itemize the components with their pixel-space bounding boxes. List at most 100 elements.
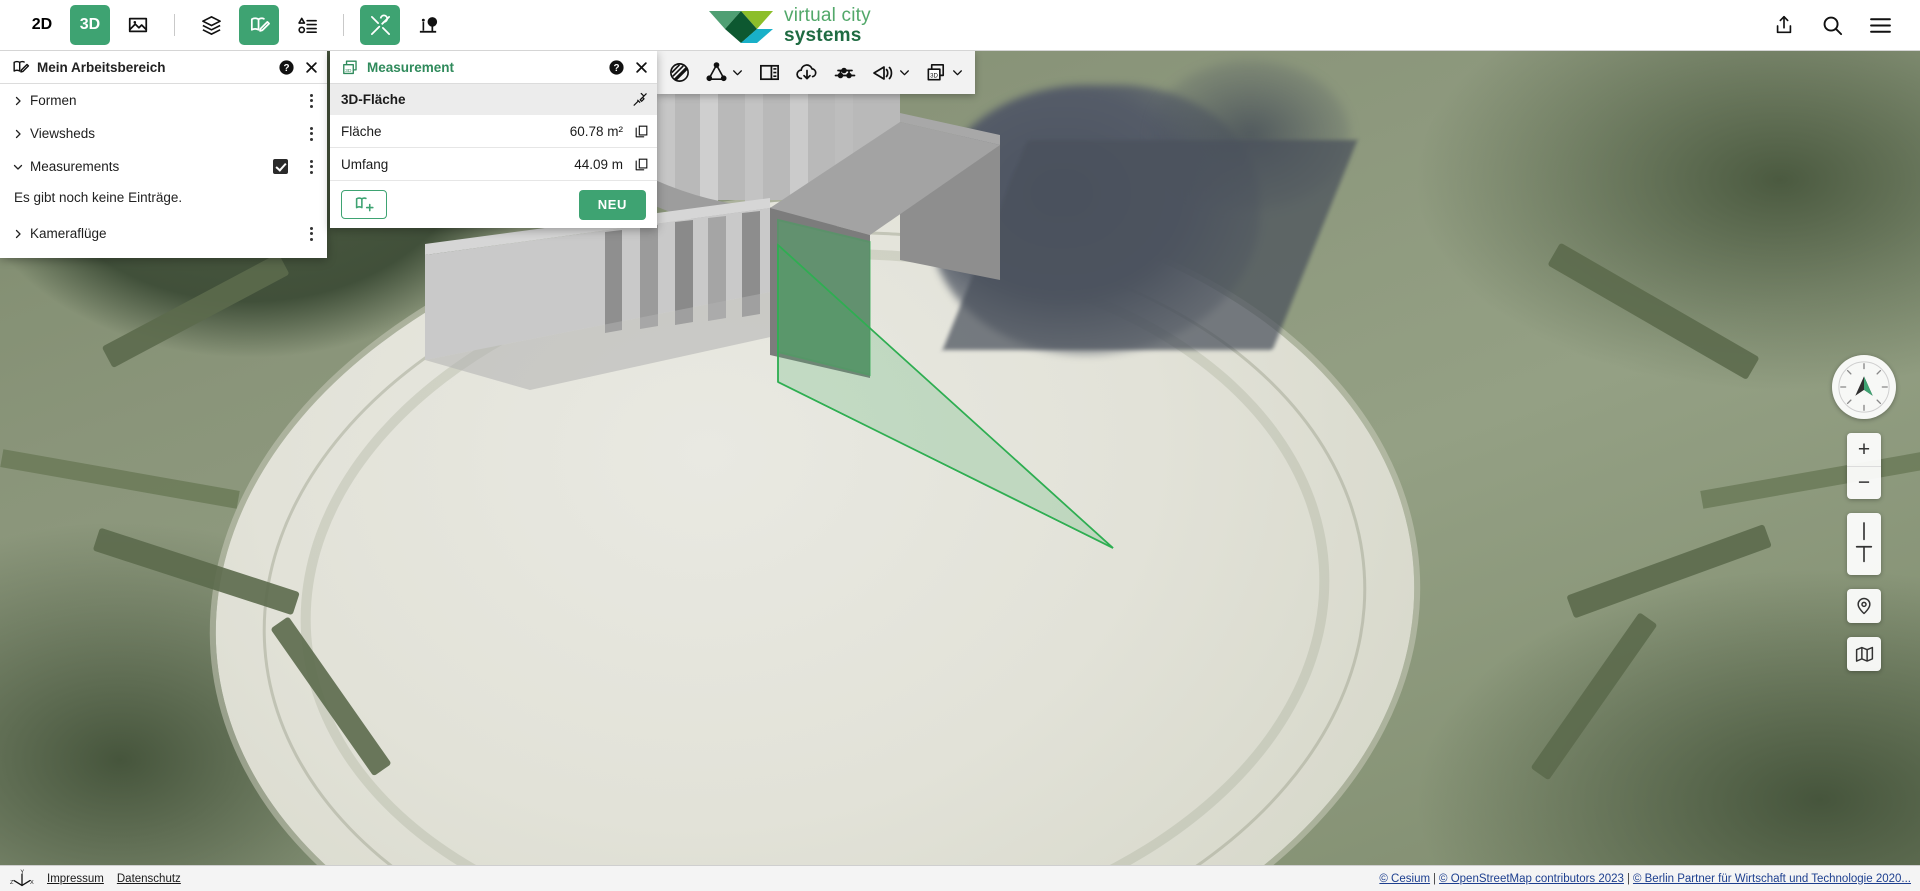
visibility-checkbox[interactable]: [273, 159, 288, 174]
sidebar-item-label: Viewsheds: [30, 126, 96, 141]
locate-pin-icon: [1857, 597, 1871, 615]
overview-map-button[interactable]: [1847, 637, 1881, 671]
measurement-3d-icon: 3D: [927, 64, 945, 81]
tree-planner-icon: [419, 16, 437, 33]
footer-link-datenschutz[interactable]: Datenschutz: [117, 873, 181, 885]
visibility-checkbox[interactable]: [273, 126, 288, 141]
locate-button[interactable]: [1847, 589, 1881, 623]
chevron-right-icon[interactable]: [12, 128, 30, 140]
cloud-download-icon: [796, 63, 817, 79]
sidebar-item-label: Kameraflüge: [30, 226, 107, 241]
sidebar-item-formen[interactable]: Formen: [0, 84, 327, 117]
measurement-key: Umfang: [341, 156, 389, 172]
search-icon: [1823, 16, 1842, 35]
empty-state-text: Es gibt noch keine Einträge.: [14, 190, 183, 205]
help-icon[interactable]: ?: [278, 59, 295, 76]
trees-button[interactable]: [408, 5, 448, 45]
application-root: 2D 3D virtual city systems 3D Mein Arbei…: [0, 0, 1920, 891]
add-to-workspace-icon: [355, 197, 374, 212]
view-2d-button[interactable]: 2D: [22, 5, 62, 45]
attribution-berlin-partner[interactable]: © Berlin Partner für Wirtschaft und Tech…: [1633, 873, 1911, 885]
compass-control[interactable]: [1832, 355, 1896, 419]
chevron-right-icon[interactable]: [12, 95, 30, 107]
view-3d-button[interactable]: 3D: [70, 5, 110, 45]
viewshed-cone-icon: [873, 65, 893, 80]
compass-icon: [1838, 361, 1890, 413]
zoom-in-button[interactable]: +: [1847, 433, 1881, 466]
workspace-pen-icon: [13, 60, 30, 73]
oblique-image-button[interactable]: [118, 5, 158, 45]
tilt-icon: [1855, 522, 1873, 563]
share-icon: [1776, 15, 1792, 34]
logo-mark-icon: [709, 10, 773, 43]
view-3d-label: 3D: [79, 16, 101, 33]
close-icon[interactable]: [304, 60, 319, 75]
workspace-button[interactable]: [239, 5, 279, 45]
sidebar-item-measurements[interactable]: Measurements: [0, 150, 327, 183]
row-menu-button[interactable]: [303, 126, 319, 141]
svg-text:?: ?: [613, 63, 619, 74]
sidebar-item-kamerafluege[interactable]: Kameraflüge: [0, 217, 327, 250]
tilt-control[interactable]: [1847, 513, 1881, 575]
measurement-type-label: 3D-Fläche: [341, 92, 406, 107]
tool-sweep-measure[interactable]: [661, 51, 698, 94]
row-menu-button[interactable]: [303, 159, 319, 174]
attribution-separator: |: [1626, 872, 1630, 885]
height-panel-icon: [760, 64, 779, 81]
search-button[interactable]: [1812, 5, 1852, 45]
layers-button[interactable]: [191, 5, 231, 45]
tool-cloud-download[interactable]: [788, 51, 826, 94]
tool-section[interactable]: [826, 51, 864, 94]
tool-viewshed[interactable]: [864, 51, 918, 94]
svg-text:X: X: [30, 879, 34, 885]
top-toolbar-left-group: 2D 3D: [0, 5, 452, 45]
tools-icon: [370, 14, 390, 35]
sidebar-item-viewsheds[interactable]: Viewsheds: [0, 117, 327, 150]
map-navigation-controls: + −: [1832, 355, 1896, 671]
measurement-type-header: 3D-Fläche: [330, 84, 657, 115]
toolbar-separator: [174, 14, 175, 36]
brand-logo: virtual city systems: [707, 6, 871, 46]
footer-link-impressum[interactable]: Impressum: [47, 873, 104, 885]
tool-triangle-nodes[interactable]: [698, 51, 751, 94]
workspace-panel-header: Mein Arbeitsbereich ?: [0, 51, 327, 84]
chevron-down-icon: [900, 70, 909, 76]
top-toolbar-right-group: [1760, 5, 1920, 45]
visibility-checkbox[interactable]: [273, 93, 288, 108]
image-icon: [128, 17, 148, 33]
logo-text: virtual city systems: [784, 6, 871, 46]
chevron-down-icon[interactable]: [12, 161, 30, 173]
new-measurement-button[interactable]: NEU: [578, 189, 646, 220]
tools-button[interactable]: [360, 5, 400, 45]
close-icon[interactable]: [634, 60, 649, 75]
measurement-row-umfang: Umfang 44.09 m: [330, 148, 657, 181]
help-icon[interactable]: ?: [608, 59, 625, 76]
svg-text:3D: 3D: [345, 67, 352, 73]
zoom-out-button[interactable]: −: [1847, 466, 1881, 499]
visibility-checkbox[interactable]: [273, 226, 288, 241]
panel-bottom-spacer: [0, 250, 327, 258]
tool-height-panel[interactable]: [751, 51, 788, 94]
status-bar: Y X Z Impressum Datenschutz © Cesium | © O…: [0, 865, 1920, 891]
legend-button[interactable]: [287, 5, 327, 45]
row-menu-button[interactable]: [303, 93, 319, 108]
copy-icon[interactable]: [634, 157, 649, 172]
sweep-measure-icon: [670, 63, 689, 82]
chevron-right-icon[interactable]: [12, 228, 30, 240]
view-2d-label: 2D: [31, 16, 53, 33]
sidebar-item-label: Measurements: [30, 159, 120, 174]
attribution-osm[interactable]: © OpenStreetMap contributors 2023: [1439, 873, 1624, 885]
share-button[interactable]: [1764, 5, 1804, 45]
legend-icon: [297, 17, 317, 33]
layers-icon: [201, 15, 221, 35]
measurement-value: 60.78 m²: [569, 123, 623, 139]
tool-measure-3d-area[interactable]: 3D: [918, 51, 971, 94]
attribution-cesium[interactable]: © Cesium: [1379, 873, 1430, 885]
workspace-panel-title: Mein Arbeitsbereich: [37, 59, 166, 75]
footer-left-group: Y X Z Impressum Datenschutz: [0, 869, 181, 889]
menu-button[interactable]: [1860, 5, 1900, 45]
row-menu-button[interactable]: [303, 226, 319, 241]
copy-icon[interactable]: [634, 124, 649, 139]
add-to-workspace-button[interactable]: [341, 190, 387, 219]
edit-geometry-icon[interactable]: [632, 91, 649, 108]
